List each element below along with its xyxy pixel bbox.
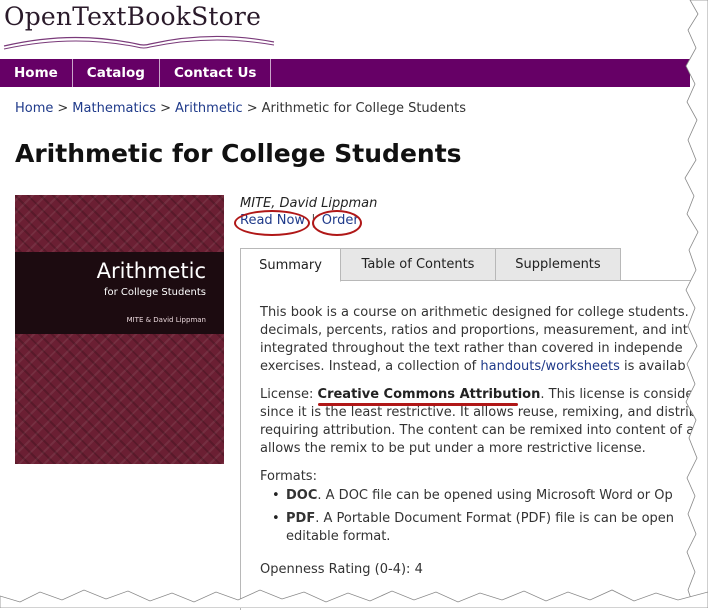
link-separator: |	[311, 213, 316, 228]
summary-line: exercises. Instead, a collection of hand…	[260, 358, 700, 376]
summary-panel: This book is a course on arithmetic desi…	[260, 304, 708, 486]
format-name: PDF	[286, 511, 316, 526]
book-links: Read Now | Order	[240, 213, 359, 228]
format-desc: . A DOC file can be opened using Microso…	[317, 488, 673, 503]
breadcrumb-separator: >	[246, 101, 258, 116]
tab-panel-border-left	[240, 280, 241, 610]
formats-label: Formats:	[260, 469, 317, 484]
breadcrumb-current: Arithmetic for College Students	[261, 101, 467, 116]
license-label: License:	[260, 387, 318, 402]
tab-table-of-contents[interactable]: Table of Contents	[340, 248, 496, 281]
breadcrumb-mathematics-link[interactable]: Mathematics	[72, 101, 156, 116]
page-title: Arithmetic for College Students	[15, 139, 462, 168]
license-value: Creative Commons Attribution	[317, 387, 541, 402]
license-line: License: Creative Commons Attribution. T…	[260, 386, 708, 404]
format-name: DOC	[286, 488, 318, 503]
nav-contact-us[interactable]: Contact Us	[160, 59, 272, 87]
read-now-link[interactable]: Read Now	[240, 213, 305, 228]
format-pdf-continued: editable format.	[286, 528, 674, 546]
format-doc: DOC. A DOC file can be opened using Micr…	[272, 487, 674, 505]
summary-text: is availab	[619, 359, 686, 374]
logo-text: OpenTextBookStore	[4, 2, 262, 31]
summary-text: exercises. Instead, a collection of	[260, 359, 481, 374]
rating-label: Openness Rating (0-4):	[260, 562, 415, 577]
tab-panel-border	[340, 280, 700, 281]
order-link[interactable]: Order	[322, 213, 359, 228]
cover-subtitle: for College Students	[104, 287, 206, 298]
breadcrumb: Home > Mathematics > Arithmetic > Arithmetic f…	[15, 101, 466, 116]
book-swoosh-icon	[3, 35, 275, 50]
cover-author: MITE & David Lippman	[126, 316, 206, 324]
license-line: requiring attribution. The content can b…	[260, 423, 695, 438]
format-pdf: PDF. A Portable Document Format (PDF) fi…	[272, 510, 675, 528]
nav-home[interactable]: Home	[0, 59, 73, 87]
license-line: since it is the least restrictive. It al…	[260, 405, 698, 420]
torn-edge-bottom	[0, 589, 708, 608]
breadcrumb-arithmetic-link[interactable]: Arithmetic	[175, 101, 243, 116]
handouts-worksheets-link[interactable]: handouts/worksheets	[480, 359, 619, 374]
book-cover[interactable]: Arithmetic for College Students MITE & D…	[15, 195, 224, 464]
tab-bar: Summary Table of Contents Supplements	[240, 248, 700, 282]
rating-value: 4	[414, 562, 423, 577]
tab-supplements[interactable]: Supplements	[495, 248, 621, 281]
site-logo[interactable]: OpenTextBookStore	[2, 0, 292, 56]
breadcrumb-separator: >	[57, 101, 69, 116]
openness-rating: Openness Rating (0-4): 4	[260, 562, 423, 577]
tab-summary[interactable]: Summary	[240, 248, 341, 282]
breadcrumb-separator: >	[160, 101, 171, 116]
license-text: . This license is considered	[540, 387, 708, 402]
nav-catalog[interactable]: Catalog	[73, 59, 160, 87]
summary-line: integrated throughout the text rather th…	[260, 341, 683, 356]
breadcrumb-home-link[interactable]: Home	[15, 101, 53, 116]
cover-title: Arithmetic	[96, 259, 206, 283]
summary-line: decimals, percents, ratios and proportio…	[260, 323, 688, 338]
main-nav: Home Catalog Contact Us	[0, 59, 690, 87]
license-highlight-underline	[318, 403, 518, 406]
license-line: allows the remix to be put under a more …	[260, 441, 646, 456]
format-desc: . A Portable Document Format (PDF) file …	[315, 511, 675, 526]
formats-list: DOC. A DOC file can be opened using Micr…	[272, 487, 675, 546]
format-desc: editable format.	[286, 529, 391, 544]
summary-line: This book is a course on arithmetic desi…	[260, 305, 689, 320]
book-authors: MITE, David Lippman	[240, 196, 378, 211]
